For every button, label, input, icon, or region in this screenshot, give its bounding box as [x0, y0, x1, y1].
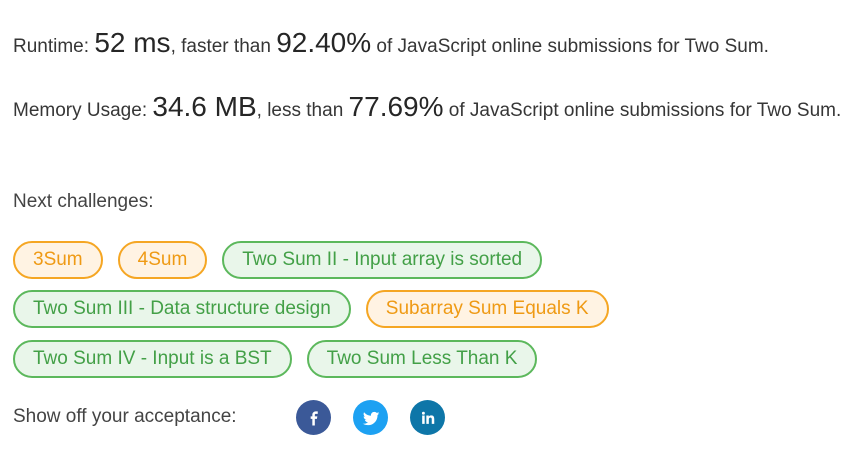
twitter-share-button[interactable] — [353, 400, 388, 435]
memory-percent: 77.69% — [348, 91, 444, 122]
challenge-row: Two Sum III - Data structure design Suba… — [13, 290, 609, 328]
challenge-tag-4sum[interactable]: 4Sum — [117, 241, 208, 279]
memory-label: Memory Usage: — [13, 100, 153, 121]
linkedin-share-button[interactable] — [410, 400, 445, 435]
runtime-value: 52 ms — [94, 27, 171, 58]
challenge-tag-two-sum-less-than-k[interactable]: Two Sum Less Than K — [306, 340, 538, 378]
runtime-suffix: of JavaScript online submissions for Two… — [371, 36, 769, 57]
memory-suffix: of JavaScript online submissions for Two… — [443, 100, 842, 121]
challenge-tag-two-sum-iv[interactable]: Two Sum IV - Input is a BST — [13, 340, 292, 378]
challenge-tag-subarray-sum-equals-k[interactable]: Subarray Sum Equals K — [365, 290, 609, 328]
runtime-faster-text: , faster than — [170, 36, 277, 57]
memory-value: 34.6 MB — [152, 91, 257, 122]
challenge-tag-two-sum-iii[interactable]: Two Sum III - Data structure design — [13, 290, 351, 328]
challenge-tag-two-sum-ii[interactable]: Two Sum II - Input array is sorted — [222, 241, 543, 279]
twitter-icon — [362, 411, 379, 425]
memory-stat: Memory Usage: 34.6 MB, less than 77.69% … — [13, 91, 843, 126]
facebook-icon — [310, 410, 318, 425]
challenge-tag-3sum[interactable]: 3Sum — [13, 241, 103, 279]
challenge-row: 3Sum 4Sum Two Sum II - Input array is so… — [13, 241, 543, 279]
share-label: Show off your acceptance: — [13, 406, 237, 427]
runtime-percent: 92.40% — [276, 27, 372, 58]
memory-less-text: , less than — [256, 100, 349, 121]
runtime-label: Runtime: — [13, 36, 95, 57]
facebook-share-button[interactable] — [296, 400, 331, 435]
runtime-stat: Runtime: 52 ms, faster than 92.40% of Ja… — [13, 27, 843, 62]
next-challenges-label: Next challenges: — [13, 191, 154, 212]
linkedin-icon — [421, 411, 434, 424]
challenge-row: Two Sum IV - Input is a BST Two Sum Less… — [13, 340, 538, 378]
